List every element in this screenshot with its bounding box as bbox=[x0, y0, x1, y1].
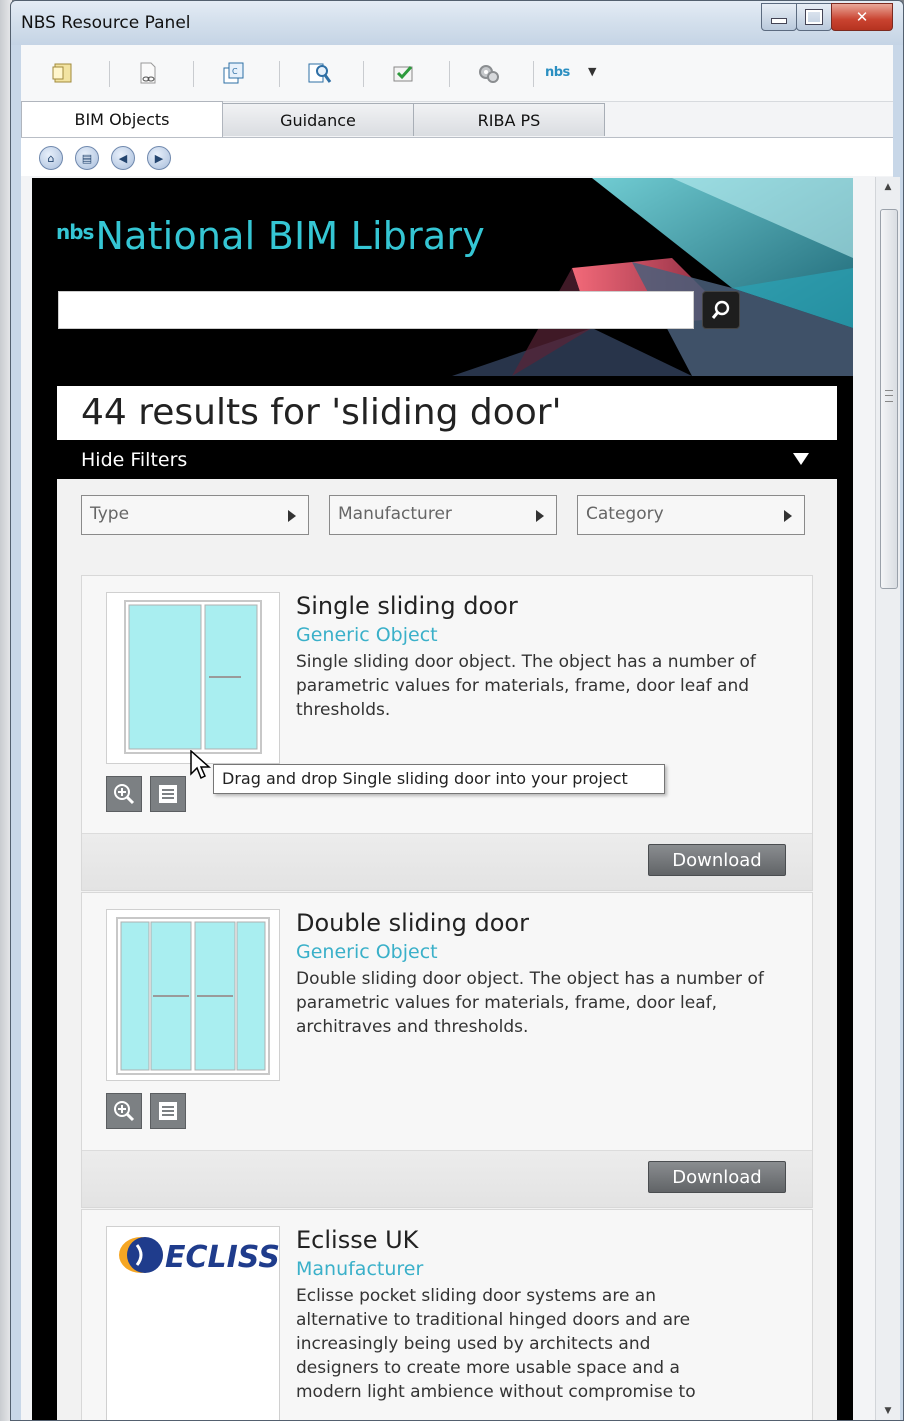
toolbar-separator bbox=[533, 61, 534, 87]
library-header: nbsNational BIM Library bbox=[32, 178, 853, 376]
details-button[interactable] bbox=[150, 1093, 186, 1129]
results-heading-box: 44 results for 'sliding door' bbox=[57, 386, 837, 440]
results-heading: 44 results for 'sliding door' bbox=[81, 392, 562, 433]
home-icon[interactable]: ⌂ bbox=[39, 146, 63, 170]
filter-manufacturer[interactable]: Manufacturer bbox=[329, 495, 557, 535]
panel-content: C nbs ▼ BIM Objects Guidance RIBA PS ⌂ ▤… bbox=[21, 45, 900, 1420]
minimize-icon bbox=[771, 18, 787, 24]
scroll-down-button[interactable]: ▼ bbox=[876, 1401, 900, 1420]
single-sliding-door-thumbnail[interactable] bbox=[106, 592, 280, 764]
window-controls: ✕ bbox=[761, 3, 893, 33]
maximize-button[interactable] bbox=[796, 3, 832, 31]
zoom-in-button[interactable] bbox=[106, 776, 142, 812]
vertical-scrollbar[interactable]: ▲ ▼ bbox=[875, 177, 900, 1420]
nbs-logo-icon[interactable]: nbs bbox=[545, 65, 570, 80]
document-lines-icon bbox=[159, 785, 177, 803]
copy-clause-icon[interactable]: C bbox=[217, 57, 249, 89]
library-title: National BIM Library bbox=[95, 214, 485, 258]
chevron-right-icon bbox=[784, 510, 792, 522]
filter-category[interactable]: Category bbox=[577, 495, 805, 535]
result-card: ECLISSE Eclisse UK Manufacturer Eclisse … bbox=[81, 1209, 813, 1420]
download-button[interactable]: Download bbox=[648, 1161, 786, 1193]
triangle-down-icon bbox=[793, 453, 809, 465]
maximize-icon bbox=[805, 9, 823, 25]
card-footer: Download bbox=[82, 833, 812, 890]
item-title[interactable]: Eclisse UK bbox=[296, 1226, 418, 1254]
magnifier-icon bbox=[711, 300, 730, 319]
chevron-right-icon bbox=[536, 510, 544, 522]
chevron-down-icon[interactable]: ▼ bbox=[588, 65, 596, 78]
title-bar[interactable]: NBS Resource Panel ✕ bbox=[11, 1, 903, 45]
search-button[interactable] bbox=[702, 291, 740, 329]
double-sliding-door-thumbnail[interactable] bbox=[106, 909, 280, 1081]
toolbar-separator bbox=[279, 61, 280, 87]
result-card: Double sliding door Generic Object Doubl… bbox=[81, 892, 813, 1208]
item-description: Double sliding door object. The object h… bbox=[296, 969, 764, 1037]
filter-category-label: Category bbox=[586, 504, 664, 524]
back-icon[interactable]: ◀ bbox=[111, 146, 135, 170]
svg-text:C: C bbox=[232, 67, 238, 76]
library-brand: nbsNational BIM Library bbox=[56, 214, 485, 258]
download-button[interactable]: Download bbox=[648, 844, 786, 876]
filter-type[interactable]: Type bbox=[81, 495, 309, 535]
mouse-pointer-icon bbox=[190, 750, 211, 780]
tab-bim-objects[interactable]: BIM Objects bbox=[21, 101, 223, 137]
scrollbar-thumb[interactable] bbox=[880, 209, 898, 589]
toolbar-separator bbox=[363, 61, 364, 87]
scroll-up-button[interactable]: ▲ bbox=[876, 177, 900, 197]
item-type: Generic Object bbox=[296, 941, 438, 963]
toolbar-separator bbox=[449, 61, 450, 87]
filter-type-label: Type bbox=[90, 504, 130, 524]
close-icon: ✕ bbox=[855, 8, 869, 26]
settings-gears-icon[interactable] bbox=[473, 57, 505, 89]
minimize-button[interactable] bbox=[761, 3, 797, 31]
hide-filters-label: Hide Filters bbox=[81, 449, 188, 471]
toolbar: C nbs ▼ bbox=[21, 45, 893, 102]
nbs-logo-icon: nbs bbox=[56, 220, 94, 244]
filter-manufacturer-label: Manufacturer bbox=[338, 504, 452, 524]
hide-filters-toggle[interactable]: Hide Filters bbox=[57, 441, 837, 479]
search-document-icon[interactable] bbox=[303, 57, 335, 89]
report-icon[interactable]: ▤ bbox=[75, 146, 99, 170]
close-button[interactable]: ✕ bbox=[831, 3, 893, 31]
nbs-resource-panel-window: NBS Resource Panel ✕ C nbs ▼ BIM Objects… bbox=[10, 0, 904, 1421]
forward-icon[interactable]: ▶ bbox=[147, 146, 171, 170]
chevron-right-icon bbox=[288, 510, 296, 522]
drag-drop-tooltip: Drag and drop Single sliding door into y… bbox=[213, 764, 665, 794]
item-type: Manufacturer bbox=[296, 1258, 424, 1280]
item-description: Single sliding door object. The object h… bbox=[296, 652, 756, 720]
zoom-in-icon bbox=[114, 784, 135, 805]
window-title: NBS Resource Panel bbox=[21, 13, 191, 33]
zoom-in-icon bbox=[114, 1101, 135, 1122]
item-type: Generic Object bbox=[296, 624, 438, 646]
document-lines-icon bbox=[159, 1102, 177, 1120]
results-list: Single sliding door Generic Object Singl… bbox=[57, 559, 837, 1420]
header-graphic bbox=[452, 178, 853, 376]
toolbar-separator bbox=[193, 61, 194, 87]
card-footer: Download bbox=[82, 1150, 812, 1207]
tab-guidance[interactable]: Guidance bbox=[221, 103, 415, 136]
check-list-icon[interactable] bbox=[387, 57, 419, 89]
toolbar-separator bbox=[109, 61, 110, 87]
bim-library-view: nbsNational BIM Library 44 results for '… bbox=[32, 178, 853, 1420]
tab-strip: BIM Objects Guidance RIBA PS bbox=[21, 101, 893, 138]
navigation-row: ⌂ ▤ ◀ ▶ bbox=[21, 138, 893, 176]
filter-panel: Type Manufacturer Category bbox=[57, 479, 837, 559]
new-document-icon[interactable] bbox=[47, 57, 79, 89]
item-title[interactable]: Double sliding door bbox=[296, 909, 529, 937]
item-title[interactable]: Single sliding door bbox=[296, 592, 518, 620]
result-card: Single sliding door Generic Object Singl… bbox=[81, 575, 813, 891]
tab-riba-ps[interactable]: RIBA PS bbox=[413, 103, 605, 136]
item-description: Eclisse pocket sliding door systems are … bbox=[296, 1286, 696, 1402]
zoom-in-button[interactable] bbox=[106, 1093, 142, 1129]
search-input[interactable] bbox=[58, 291, 694, 329]
eclisse-logo-text: ECLISSE bbox=[165, 1240, 279, 1275]
eclisse-logo[interactable]: ECLISSE bbox=[106, 1226, 280, 1420]
grip-icon bbox=[885, 390, 893, 402]
details-button[interactable] bbox=[150, 776, 186, 812]
link-document-icon[interactable] bbox=[131, 57, 163, 89]
